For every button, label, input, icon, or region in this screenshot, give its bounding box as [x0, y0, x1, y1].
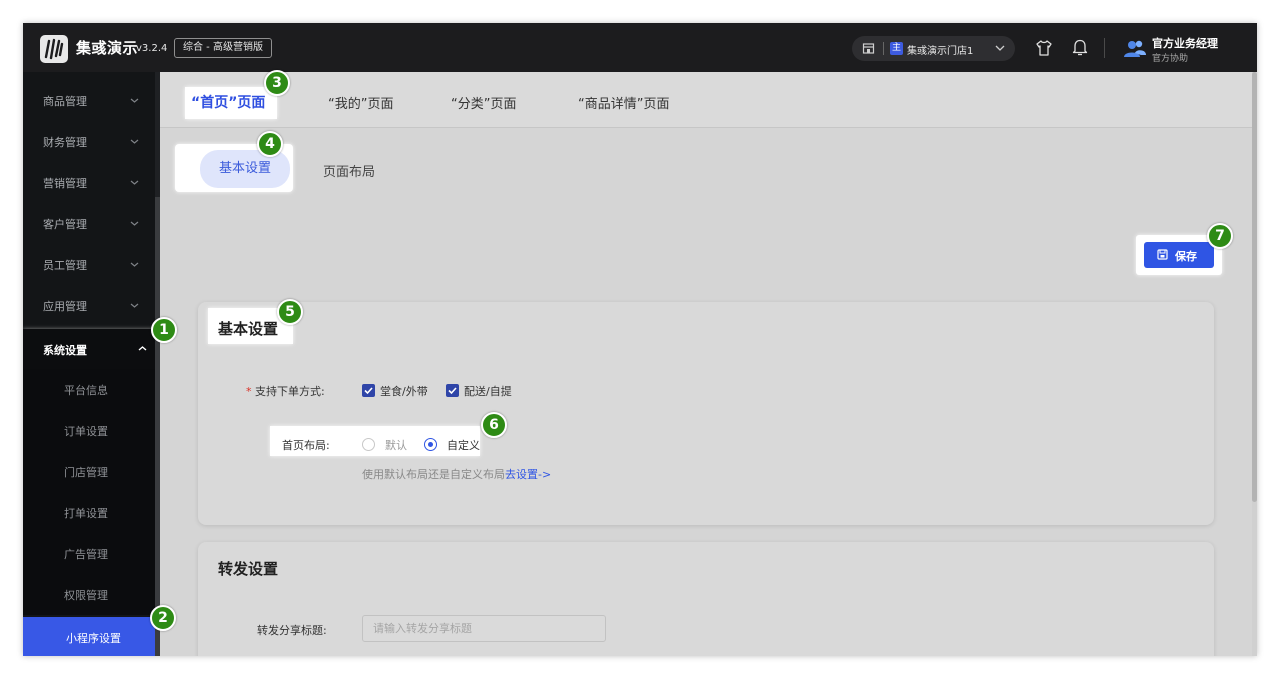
main-store-tag: 主	[890, 42, 903, 55]
sidebar-subitem-label: 门店管理	[64, 466, 108, 479]
sidebar-item-label: 客户管理	[43, 218, 87, 231]
chevron-down-icon	[130, 180, 139, 185]
step-marker-5: 5	[277, 299, 303, 325]
sidebar-item-label: 财务管理	[43, 136, 87, 149]
order-method-label-text: 支持下单方式:	[255, 385, 325, 398]
home-layout-label: 首页布局:	[282, 439, 330, 452]
store-icon	[862, 43, 875, 54]
sidebar-item-marketing[interactable]: 营销管理	[23, 162, 155, 203]
subtab-page-layout[interactable]: 页面布局	[323, 161, 375, 180]
app-version: v3.2.4	[136, 43, 168, 54]
sidebar-subitem-ad-management[interactable]: 广告管理	[23, 533, 155, 574]
sidebar-item-goods[interactable]: 商品管理	[23, 80, 155, 121]
user-group-icon	[1124, 40, 1146, 57]
sidebar-subitem-permissions[interactable]: 权限管理	[23, 574, 155, 615]
sidebar-item-staff[interactable]: 员工管理	[23, 244, 155, 285]
subtab-basic-settings[interactable]: 基本设置	[200, 150, 290, 188]
order-method-label: * 支持下单方式:	[246, 383, 325, 399]
check-icon	[364, 387, 373, 395]
option-dine-in[interactable]: 堂食/外带	[380, 383, 428, 399]
save-button[interactable]: 保存	[1144, 242, 1214, 268]
sidebar: 商品管理 财务管理 营销管理 客户管理 员工管理 应用管理 系统设置 平台信息	[23, 72, 164, 656]
tab-mine-page[interactable]: “我的”页面	[328, 93, 393, 112]
store-name: 集彧演示门店1	[907, 46, 974, 57]
layout-hint: 使用默认布局还是自定义布局去设置->	[362, 466, 551, 482]
sidebar-subitem-label: 权限管理	[64, 589, 108, 602]
sidebar-item-customers[interactable]: 客户管理	[23, 203, 155, 244]
sidebar-subitem-platform-info[interactable]: 平台信息	[23, 369, 155, 410]
sidebar-item-label: 商品管理	[43, 95, 87, 108]
basic-settings-card: 基本设置 * 支持下单方式: 堂食/外带 配送/自提 首页布局: 默认 自定义 …	[198, 302, 1214, 525]
sidebar-item-apps[interactable]: 应用管理	[23, 285, 155, 326]
layout-hint-text: 使用默认布局还是自定义布局	[362, 468, 505, 481]
chevron-down-icon	[130, 303, 139, 308]
step-marker-2: 2	[150, 605, 176, 631]
logo-icon	[40, 35, 68, 63]
sidebar-item-system-settings[interactable]: 系统设置	[23, 329, 164, 369]
sidebar-subitem-label: 平台信息	[64, 384, 108, 397]
share-title-label: 转发分享标题:	[257, 624, 327, 637]
option-custom-layout[interactable]: 自定义	[447, 437, 480, 453]
sidebar-item-label: 员工管理	[43, 259, 87, 272]
tab-home-page[interactable]: “首页”页面	[191, 92, 265, 112]
save-button-label: 保存	[1175, 250, 1197, 263]
share-title-input[interactable]: 请输入转发分享标题	[362, 615, 606, 642]
sidebar-item-label: 应用管理	[43, 300, 87, 313]
sidebar-item-label: 系统设置	[43, 344, 87, 357]
header-divider	[1104, 38, 1105, 58]
edition-badge[interactable]: 综合 - 高级营销版	[174, 38, 272, 58]
page-tabs: “首页”页面 “我的”页面 “分类”页面 “商品详情”页面	[160, 72, 1257, 128]
radio-default-layout[interactable]	[362, 438, 375, 451]
required-mark: *	[246, 385, 255, 398]
option-default-layout[interactable]: 默认	[385, 437, 407, 453]
user-name[interactable]: 官方业务经理	[1152, 35, 1218, 51]
sidebar-item-label: 营销管理	[43, 177, 87, 190]
card-title: 基本设置	[218, 320, 279, 338]
step-marker-1: 1	[151, 317, 177, 343]
shirt-icon[interactable]	[1035, 39, 1053, 57]
top-bar: 集彧演示 v3.2.4 综合 - 高级营销版 主 集彧演示门店1 官方业务经理 …	[23, 23, 1257, 72]
tab-category-page[interactable]: “分类”页面	[451, 93, 516, 112]
chevron-down-icon	[130, 262, 139, 267]
checkbox-delivery[interactable]	[446, 384, 459, 397]
radio-custom-layout[interactable]	[424, 438, 437, 451]
chevron-down-icon	[130, 98, 139, 103]
store-select[interactable]: 主 集彧演示门店1	[852, 36, 1015, 61]
sidebar-subitem-miniprogram-settings[interactable]: 小程序设置	[23, 617, 163, 656]
app-name: 集彧演示	[76, 39, 139, 57]
user-role: 官方协助	[1152, 54, 1189, 64]
sub-tabs: 基本设置 页面布局	[160, 129, 1257, 192]
bell-icon[interactable]	[1072, 38, 1088, 57]
content-scrollbar[interactable]	[1252, 72, 1257, 656]
chevron-down-icon	[130, 139, 139, 144]
tab-product-detail-page[interactable]: “商品详情”页面	[578, 93, 669, 112]
option-delivery[interactable]: 配送/自提	[464, 383, 512, 399]
step-marker-3: 3	[264, 70, 290, 96]
chevron-up-icon	[138, 346, 147, 351]
sidebar-subitem-label: 订单设置	[64, 425, 108, 438]
go-settings-link[interactable]: 去设置->	[505, 468, 551, 481]
step-marker-4: 4	[257, 131, 283, 157]
share-settings-card: 转发设置 转发分享标题: 请输入转发分享标题	[198, 542, 1214, 656]
sidebar-subitem-store-management[interactable]: 门店管理	[23, 451, 155, 492]
sidebar-subitem-label: 小程序设置	[66, 632, 121, 645]
sidebar-subitem-print-settings[interactable]: 打单设置	[23, 492, 155, 533]
chevron-down-icon	[995, 45, 1005, 51]
save-icon	[1157, 249, 1168, 260]
step-marker-7: 7	[1207, 223, 1233, 249]
chevron-down-icon	[130, 221, 139, 226]
store-divider	[883, 42, 884, 55]
sidebar-subitem-order-settings[interactable]: 订单设置	[23, 410, 155, 451]
sidebar-subitem-label: 打单设置	[64, 507, 108, 520]
main-content: “首页”页面 “我的”页面 “分类”页面 “商品详情”页面 基本设置 页面布局 …	[160, 72, 1257, 656]
content-scrollbar-thumb[interactable]	[1252, 72, 1257, 502]
checkbox-dine-in[interactable]	[362, 384, 375, 397]
card-title: 转发设置	[218, 560, 279, 578]
sidebar-subitem-label: 广告管理	[64, 548, 108, 561]
check-icon	[448, 387, 457, 395]
sidebar-item-finance[interactable]: 财务管理	[23, 121, 155, 162]
app-window: 集彧演示 v3.2.4 综合 - 高级营销版 主 集彧演示门店1 官方业务经理 …	[23, 23, 1257, 656]
step-marker-6: 6	[481, 412, 507, 438]
